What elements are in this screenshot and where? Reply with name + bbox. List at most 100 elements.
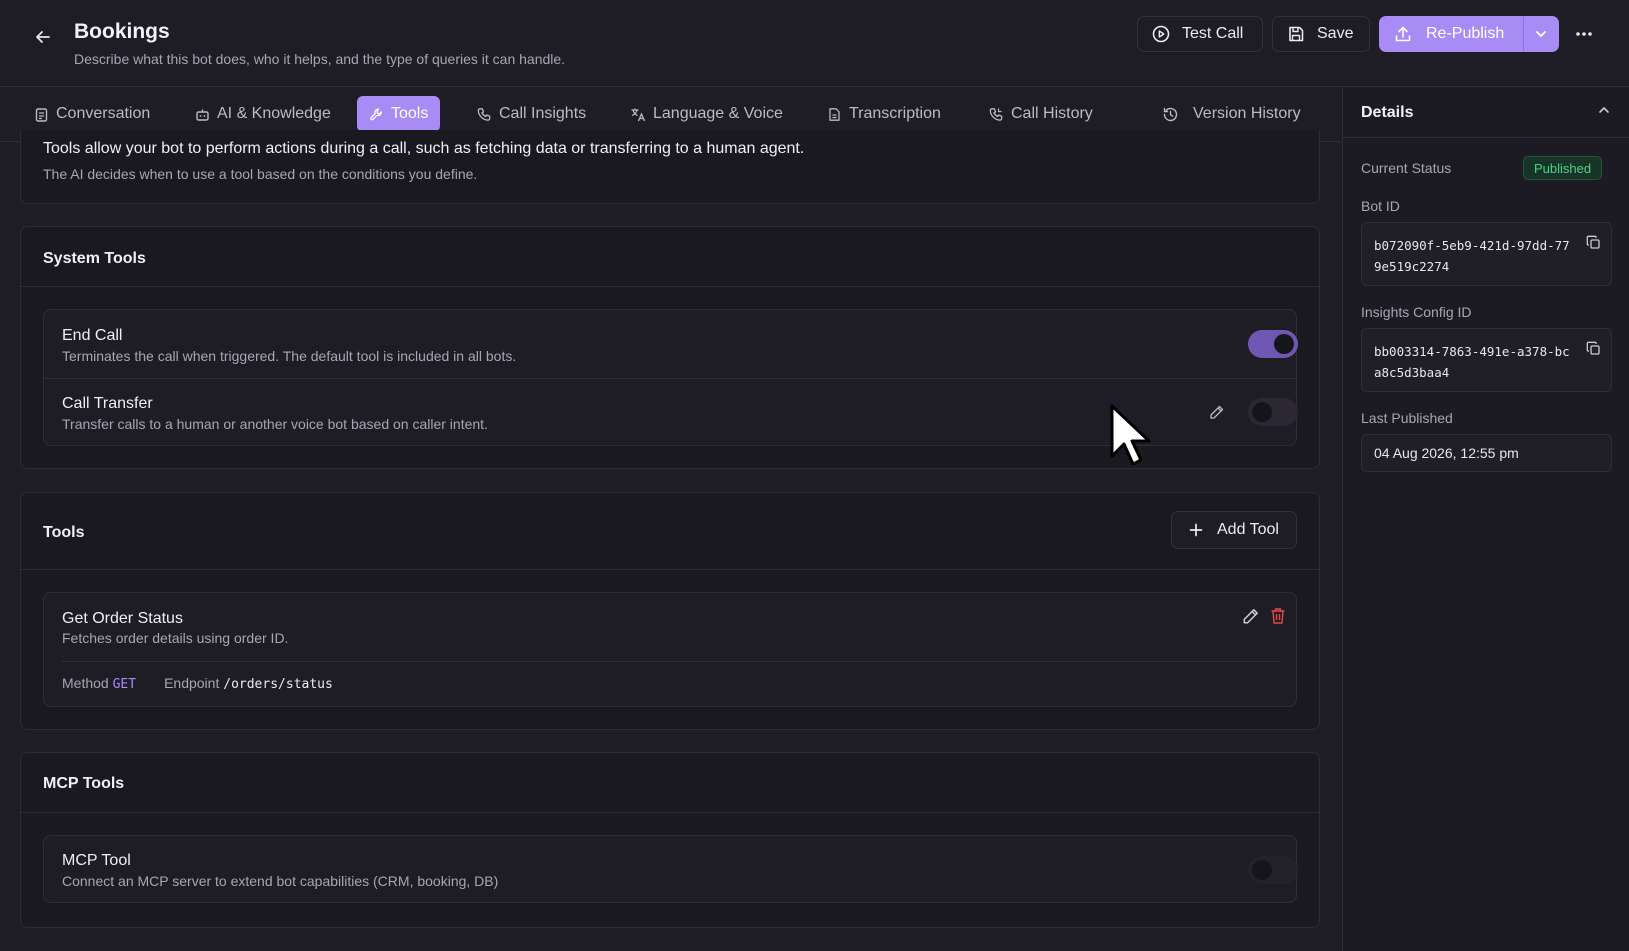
tab-call-insights[interactable]: Call Insights (465, 96, 598, 132)
tab-tools[interactable]: Tools (357, 96, 441, 132)
tab-label: Call Insights (499, 105, 587, 122)
wrench-icon (370, 108, 382, 120)
tools-card: Tools Add Tool Get Order Status Fetches … (20, 492, 1320, 730)
end-call-toggle[interactable] (1248, 330, 1298, 358)
chevron-down-icon (1536, 31, 1546, 37)
bot-icon (196, 109, 209, 121)
copy-bot-id-button[interactable] (1586, 235, 1601, 256)
tab-label: Conversation (56, 105, 151, 122)
tab-label: Language & Voice (653, 105, 783, 122)
endpoint-value: /orders/status (223, 677, 333, 692)
republish-label: Re-Publish (1426, 25, 1505, 42)
mcp-tools-card: MCP Tools MCP Tool Connect an MCP server… (20, 752, 1320, 928)
divider (21, 812, 1319, 813)
bot-id-box: b072090f-5eb9-421d-97dd-779e519c2274 (1361, 222, 1612, 286)
page-header: Bookings Describe what this bot does, wh… (0, 0, 1629, 87)
back-button[interactable] (30, 24, 56, 50)
trash-icon (1271, 608, 1285, 624)
tool-title: MCP Tool (62, 852, 131, 869)
insights-config-label: Insights Config ID (1361, 304, 1472, 320)
copy-icon (1586, 235, 1600, 249)
tab-version-history[interactable]: Version History (1150, 96, 1313, 132)
mcp-tool-toggle[interactable] (1248, 856, 1298, 884)
edit-call-transfer-button[interactable] (1209, 404, 1225, 425)
copy-icon (1586, 341, 1600, 355)
tool-title: Get Order Status (62, 610, 183, 627)
tool-description: Fetches order details using order ID. (62, 630, 289, 646)
tool-title: End Call (62, 327, 123, 344)
history-icon (1163, 107, 1178, 121)
ellipsis-icon (1576, 32, 1592, 36)
tab-label: Call History (1011, 105, 1093, 122)
endpoint-meta: Endpoint /orders/status (164, 675, 333, 692)
mouse-cursor-icon (1109, 403, 1151, 470)
tool-description: Connect an MCP server to extend bot capa… (62, 873, 499, 889)
republish-button[interactable]: Re-Publish (1379, 16, 1523, 52)
call-transfer-toggle[interactable] (1248, 398, 1298, 426)
intro-subtext: The AI decides when to use a tool based … (43, 166, 478, 182)
save-label: Save (1317, 25, 1354, 42)
tab-conversation[interactable]: Conversation (22, 96, 162, 132)
divider (21, 569, 1319, 570)
tab-label: Transcription (849, 105, 941, 122)
tool-meta: Method GET Endpoint /orders/status (62, 675, 333, 692)
translate-icon (631, 108, 646, 121)
bot-id-value: b072090f-5eb9-421d-97dd-779e519c2274 (1374, 238, 1570, 274)
bot-id-label: Bot ID (1361, 198, 1400, 214)
tool-title: Call Transfer (62, 395, 153, 412)
details-panel: Details Current Status Bot ID b072090f-5… (1342, 88, 1629, 951)
details-title: Details (1361, 104, 1414, 121)
edit-tool-button[interactable] (1242, 607, 1260, 630)
plus-icon (1189, 523, 1203, 537)
method-meta: Method GET (62, 675, 136, 692)
divider (21, 286, 1319, 287)
section-title: MCP Tools (43, 775, 125, 792)
divider (44, 378, 1296, 379)
copy-insights-id-button[interactable] (1586, 341, 1601, 362)
phone-history-icon (989, 107, 1003, 121)
pencil-icon (1210, 405, 1224, 419)
more-options-button[interactable] (1572, 22, 1596, 46)
app-window: Bookings Describe what this bot does, wh… (0, 0, 1629, 951)
test-call-label: Test Call (1182, 25, 1244, 42)
tools-intro-card: Tools allow your bot to perform actions … (20, 130, 1320, 204)
intro-text: Tools allow your bot to perform actions … (43, 140, 805, 157)
tab-ai-knowledge[interactable]: AI & Knowledge (183, 96, 343, 132)
delete-tool-button[interactable] (1270, 607, 1286, 630)
divider (1343, 137, 1629, 138)
play-circle-icon (1152, 25, 1170, 43)
divider (62, 661, 1280, 662)
document-icon (829, 107, 840, 121)
pencil-icon (1243, 609, 1258, 624)
tool-description: Transfer calls to a human or another voi… (62, 416, 488, 432)
section-title: Tools (43, 524, 85, 541)
method-label: Method (62, 675, 109, 691)
chevron-up-icon (1599, 107, 1609, 113)
status-badge: Published (1523, 156, 1603, 180)
section-title: System Tools (43, 250, 146, 267)
insights-config-box: bb003314-7863-491e-a378-bca8c5d3baa4 (1361, 328, 1612, 392)
clipboard-icon (35, 107, 48, 122)
collapse-details-button[interactable] (1596, 102, 1612, 123)
tab-call-history[interactable]: Call History (977, 96, 1105, 132)
tab-label: Tools (391, 105, 429, 122)
page-subtitle: Describe what this bot does, who it help… (74, 51, 566, 67)
tab-label: AI & Knowledge (217, 105, 331, 122)
save-button[interactable]: Save (1272, 16, 1370, 52)
current-status-label: Current Status (1361, 160, 1452, 176)
method-value: GET (112, 677, 137, 692)
insights-config-value: bb003314-7863-491e-a378-bca8c5d3baa4 (1374, 344, 1570, 380)
republish-dropdown-button[interactable] (1523, 16, 1559, 52)
page-title: Bookings (74, 20, 170, 43)
upload-icon (1395, 26, 1411, 42)
last-published-label: Last Published (1361, 410, 1453, 426)
save-icon (1289, 26, 1304, 42)
mcp-tool-item: MCP Tool Connect an MCP server to extend… (43, 835, 1298, 903)
endpoint-label: Endpoint (164, 675, 220, 691)
last-published-value: 04 Aug 2026, 12:55 pm (1361, 434, 1612, 472)
tool-item-get-order-status: Get Order Status Fetches order details u… (43, 592, 1297, 707)
test-call-button[interactable]: Test Call (1137, 16, 1263, 52)
tab-language-voice[interactable]: Language & Voice (618, 96, 795, 132)
tab-transcription[interactable]: Transcription (815, 96, 953, 132)
add-tool-button[interactable]: Add Tool (1171, 511, 1297, 549)
